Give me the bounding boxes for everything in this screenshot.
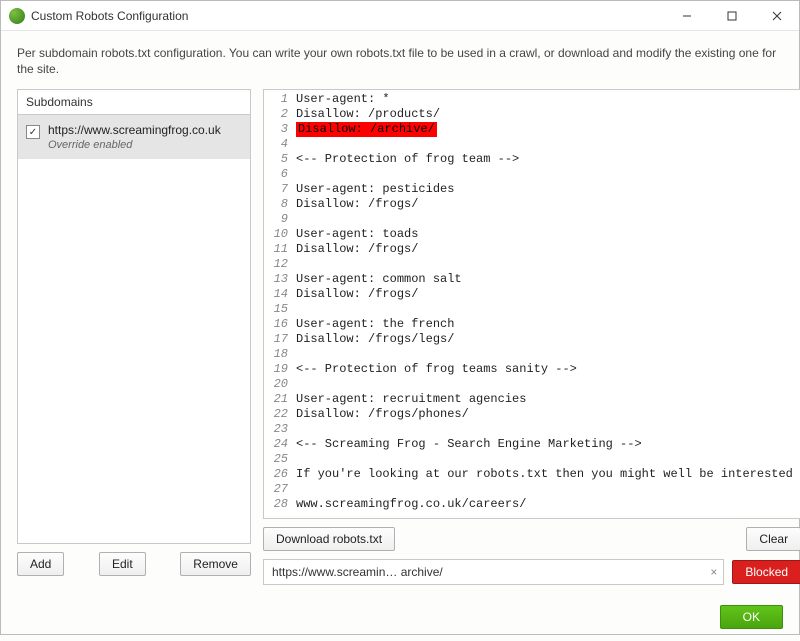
code-line[interactable]: <-- Screaming Frog - Search Engine Marke… [296, 437, 800, 452]
code-line[interactable]: www.screamingfrog.co.uk/careers/ [296, 497, 800, 512]
minimize-icon [682, 11, 692, 21]
robots-editor[interactable]: 1234567891011121314151617181920212223242… [263, 89, 800, 519]
code-line[interactable]: User-agent: the french [296, 317, 800, 332]
line-number: 6 [264, 167, 288, 182]
clear-input-icon[interactable]: × [710, 565, 717, 579]
line-number: 5 [264, 152, 288, 167]
clear-button[interactable]: Clear [746, 527, 800, 551]
code-line[interactable]: <-- Protection of frog team --> [296, 152, 800, 167]
code-line[interactable] [296, 347, 800, 362]
line-number: 1 [264, 92, 288, 107]
code-line[interactable] [296, 452, 800, 467]
code-line[interactable]: Disallow: /frogs/legs/ [296, 332, 800, 347]
line-number: 8 [264, 197, 288, 212]
line-number: 16 [264, 317, 288, 332]
code-line[interactable] [296, 482, 800, 497]
line-number: 26 [264, 467, 288, 482]
subdomain-note: Override enabled [48, 139, 221, 151]
line-number: 17 [264, 332, 288, 347]
code-line[interactable]: User-agent: toads [296, 227, 800, 242]
line-number: 7 [264, 182, 288, 197]
maximize-button[interactable] [709, 1, 754, 31]
maximize-icon [727, 11, 737, 21]
code-line[interactable]: <-- Protection of frog teams sanity --> [296, 362, 800, 377]
add-button[interactable]: Add [17, 552, 64, 576]
code-line[interactable]: If you're looking at our robots.txt then… [296, 467, 800, 482]
override-checkbox[interactable]: ✓ [26, 125, 40, 139]
line-number: 24 [264, 437, 288, 452]
line-number: 23 [264, 422, 288, 437]
minimize-button[interactable] [664, 1, 709, 31]
line-number: 2 [264, 107, 288, 122]
line-number: 9 [264, 212, 288, 227]
close-icon [772, 11, 782, 21]
titlebar: Custom Robots Configuration [1, 1, 799, 31]
blocked-status-badge: Blocked [732, 560, 800, 584]
code-line[interactable]: User-agent: recruitment agencies [296, 392, 800, 407]
edit-button[interactable]: Edit [99, 552, 146, 576]
subdomain-list[interactable]: ✓ https://www.screamingfrog.co.uk Overri… [17, 114, 251, 544]
download-robots-button[interactable]: Download robots.txt [263, 527, 395, 551]
code-line[interactable] [296, 167, 800, 182]
code-line[interactable]: Disallow: /frogs/ [296, 287, 800, 302]
line-number: 15 [264, 302, 288, 317]
code-line[interactable]: User-agent: common salt [296, 272, 800, 287]
remove-button[interactable]: Remove [180, 552, 251, 576]
line-number: 21 [264, 392, 288, 407]
line-number: 28 [264, 497, 288, 512]
code-line[interactable]: User-agent: * [296, 92, 800, 107]
app-icon [9, 8, 25, 24]
subdomain-name: https://www.screamingfrog.co.uk [48, 123, 221, 137]
code-line[interactable]: User-agent: pesticides [296, 182, 800, 197]
code-line[interactable] [296, 377, 800, 392]
code-line[interactable]: Disallow: /frogs/ [296, 197, 800, 212]
line-number: 22 [264, 407, 288, 422]
code-line[interactable] [296, 137, 800, 152]
window-title: Custom Robots Configuration [31, 9, 188, 23]
line-number: 13 [264, 272, 288, 287]
code-line[interactable]: Disallow: /frogs/phones/ [296, 407, 800, 422]
test-url-value: https://www.screamin… archive/ [272, 565, 443, 579]
code-line[interactable] [296, 422, 800, 437]
close-button[interactable] [754, 1, 799, 31]
code-line[interactable]: Disallow: /frogs/ [296, 242, 800, 257]
line-number: 11 [264, 242, 288, 257]
test-url-input[interactable]: https://www.screamin… archive/ × [263, 559, 724, 585]
line-number: 18 [264, 347, 288, 362]
subdomain-item[interactable]: ✓ https://www.screamingfrog.co.uk Overri… [18, 115, 250, 159]
line-number: 14 [264, 287, 288, 302]
ok-button[interactable]: OK [720, 605, 783, 629]
code-line[interactable] [296, 302, 800, 317]
line-number: 27 [264, 482, 288, 497]
code-line[interactable]: Disallow: /products/ [296, 107, 800, 122]
description-text: Per subdomain robots.txt configuration. … [17, 45, 783, 77]
code-line[interactable] [296, 212, 800, 227]
line-number: 25 [264, 452, 288, 467]
line-number: 20 [264, 377, 288, 392]
code-line[interactable]: Disallow: /archive/ [296, 122, 800, 137]
code-line[interactable] [296, 257, 800, 272]
line-number: 12 [264, 257, 288, 272]
line-number: 10 [264, 227, 288, 242]
line-number: 3 [264, 122, 288, 137]
line-number: 4 [264, 137, 288, 152]
line-number: 19 [264, 362, 288, 377]
subdomains-header: Subdomains [17, 89, 251, 114]
